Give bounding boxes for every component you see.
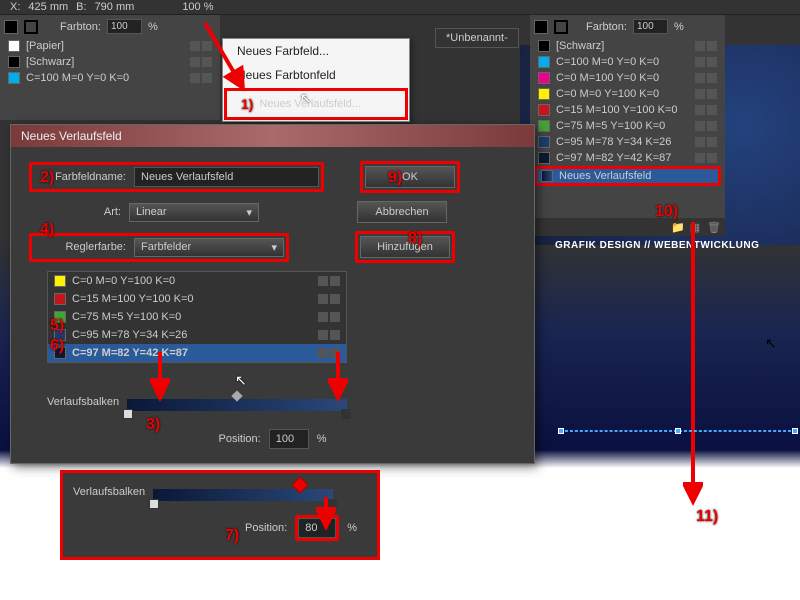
swatch-black-r[interactable]: [Schwarz] xyxy=(534,38,721,54)
sw-r3[interactable]: C=15 M=100 Y=100 K=0 xyxy=(534,102,721,118)
position-input[interactable] xyxy=(269,429,309,449)
type-select[interactable]: Linear▾ xyxy=(129,203,259,222)
fill-swatch-r[interactable] xyxy=(534,20,548,34)
position-label: Position: xyxy=(219,433,261,445)
tint-label: Farbton: xyxy=(60,21,101,33)
stopcolor-label: Reglerfarbe: xyxy=(34,241,126,253)
add-button[interactable]: Hinzufügen xyxy=(360,236,450,258)
anno-8: 8) xyxy=(408,230,422,248)
anno-10: 10) xyxy=(655,203,678,221)
folder-icon[interactable]: 📁 xyxy=(671,221,683,233)
dlg-sw0[interactable]: C=0 M=0 Y=100 K=0 xyxy=(48,272,346,290)
dlg-sw2[interactable]: C=75 M=5 Y=100 K=0 xyxy=(48,308,346,326)
dlg-sw4[interactable]: C=97 M=82 Y=42 K=87 xyxy=(48,344,346,362)
tint-label-r: Farbton: xyxy=(586,21,627,33)
stopcolor-select[interactable]: Farbfelder▾ xyxy=(134,238,284,257)
swatch-menu: Neues Farbfeld... Neues Farbtonfeld 1) N… xyxy=(222,38,410,122)
sw-r2[interactable]: C=0 M=0 Y=100 K=0 xyxy=(534,86,721,102)
gradient-dialog: Neues Verlaufsfeld Farbfeldname: OK Art:… xyxy=(10,124,535,464)
swatches-panel-right: Farbton: % [Schwarz] C=100 M=0 Y=0 K=0 C… xyxy=(530,15,725,235)
swatch-paper[interactable]: [Papier] xyxy=(4,38,216,54)
anno-2: 2) xyxy=(40,169,54,187)
bg-heading: GRAFIK DESIGN // WEBENTWICKLUNG xyxy=(555,240,759,251)
tint-input-r[interactable] xyxy=(633,19,668,34)
gradient-bar[interactable] xyxy=(127,399,347,411)
top-toolbar: X:425 mm B:790 mm 100 % xyxy=(0,0,800,15)
sw-r6[interactable]: C=97 M=82 Y=42 K=87 xyxy=(534,150,721,166)
anno-7: 7) xyxy=(225,527,239,545)
sw-r1[interactable]: C=0 M=100 Y=0 K=0 xyxy=(534,70,721,86)
chevron-down-icon: ▾ xyxy=(246,206,252,219)
gradient-stop-left-2[interactable] xyxy=(149,499,159,509)
ok-button[interactable]: OK xyxy=(365,166,455,188)
cursor-icon: ↖ xyxy=(765,335,777,352)
gradient-midpoint[interactable] xyxy=(231,390,242,401)
menu-new-gradient[interactable]: 1) Neues Verlaufsfeld... xyxy=(227,91,405,117)
cursor-icon: ↖ xyxy=(300,90,312,107)
sw-r0[interactable]: C=100 M=0 Y=0 K=0 xyxy=(534,54,721,70)
doc-tab[interactable]: *Unbenannt- xyxy=(435,28,519,48)
name-input[interactable] xyxy=(134,167,319,187)
anno-4: 4) xyxy=(40,221,54,239)
fill-swatch[interactable] xyxy=(4,20,18,34)
position-label-2: Position: xyxy=(245,522,287,534)
stroke-swatch[interactable] xyxy=(24,20,38,34)
gradient-stop-left[interactable] xyxy=(123,409,133,419)
dlg-sw3[interactable]: C=95 M=78 Y=34 K=26 xyxy=(48,326,346,344)
anno-5: 5) xyxy=(50,317,64,335)
dialog-title: Neues Verlaufsfeld xyxy=(11,125,534,147)
gradient-label-2: Verlaufsbalken xyxy=(73,486,145,498)
swatches-panel-left: Farbton: % [Papier] [Schwarz] C=100 M=0 … xyxy=(0,15,220,120)
menu-new-swatch[interactable]: Neues Farbfeld... xyxy=(223,39,409,63)
type-label: Art: xyxy=(29,206,121,218)
anno-9: 9) xyxy=(388,169,402,187)
sw-r-new[interactable]: Neues Verlaufsfeld xyxy=(534,166,721,186)
swatch-c100[interactable]: C=100 M=0 Y=0 K=0 xyxy=(4,70,216,86)
selection-frame xyxy=(560,430,796,432)
gradient-midpoint-2[interactable] xyxy=(291,477,308,494)
gradient-dialog-excerpt: Verlaufsbalken Position: % xyxy=(60,470,380,560)
anno-11: 11) xyxy=(696,508,718,526)
cancel-button[interactable]: Abbrechen xyxy=(357,201,447,223)
tint-input[interactable] xyxy=(107,19,142,34)
position-input-2[interactable] xyxy=(298,518,336,538)
gradient-stop-right[interactable] xyxy=(341,409,351,419)
new-icon[interactable]: ▦ xyxy=(689,221,701,233)
anno-3: 3) xyxy=(146,416,160,434)
gradient-label: Verlaufsbalken xyxy=(47,396,119,408)
menu-new-tint[interactable]: Neues Farbtonfeld xyxy=(223,63,409,87)
chevron-down-icon: ▾ xyxy=(271,241,277,254)
stroke-swatch-r[interactable] xyxy=(554,20,568,34)
trash-icon[interactable]: 🗑 xyxy=(707,221,719,233)
swatch-black[interactable]: [Schwarz] xyxy=(4,54,216,70)
gradient-bar-2[interactable] xyxy=(153,489,333,501)
sw-r4[interactable]: C=75 M=5 Y=100 K=0 xyxy=(534,118,721,134)
sw-r5[interactable]: C=95 M=78 Y=34 K=26 xyxy=(534,134,721,150)
swatch-panel-footer: 📁 ▦ 🗑 xyxy=(530,218,725,236)
dlg-sw1[interactable]: C=15 M=100 Y=100 K=0 xyxy=(48,290,346,308)
anno-6: 6) xyxy=(50,337,64,355)
cursor-icon: ↖ xyxy=(235,372,247,389)
dialog-swatch-list: C=0 M=0 Y=100 K=0 C=15 M=100 Y=100 K=0 C… xyxy=(47,271,347,363)
gradient-stop-right-2[interactable] xyxy=(327,499,337,509)
